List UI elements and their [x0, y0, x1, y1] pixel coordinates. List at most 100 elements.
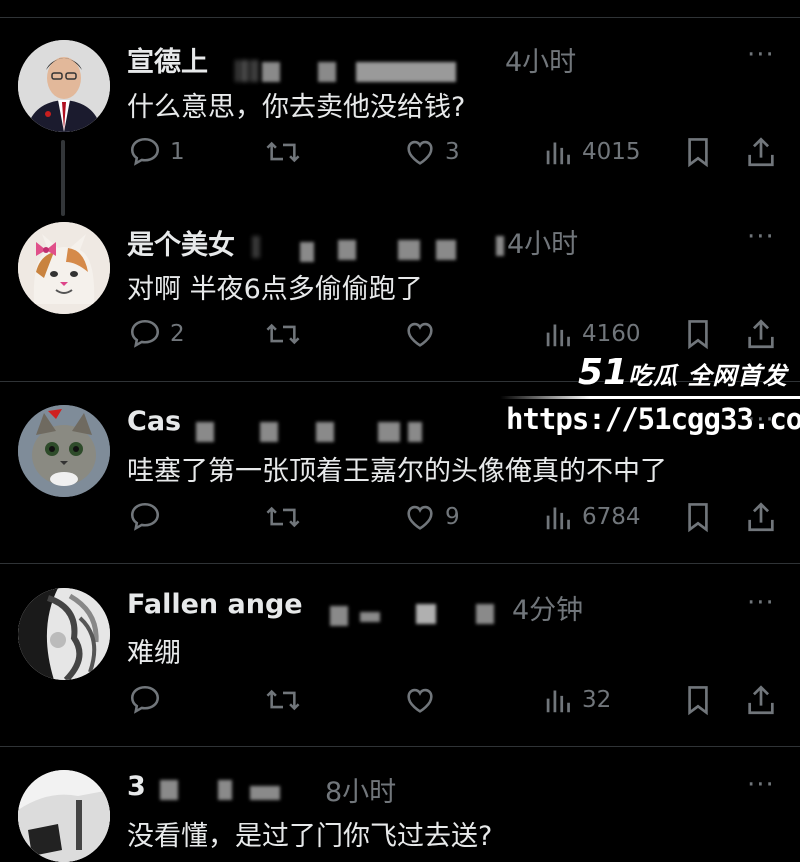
action-bar: 32	[0, 683, 800, 723]
redacted-handle	[436, 240, 456, 260]
redacted-handle	[218, 780, 232, 800]
views-button[interactable]: 32	[544, 683, 611, 717]
like-count: 9	[445, 504, 460, 530]
reply-count: 2	[170, 321, 185, 347]
retweet-button[interactable]	[264, 317, 302, 351]
post-time[interactable]: 8小时	[325, 770, 396, 809]
views-icon	[546, 324, 570, 347]
divider	[0, 746, 800, 747]
action-bar: 9 6784	[0, 500, 800, 540]
author-name[interactable]: Fallen ange	[127, 589, 303, 620]
retweet-button[interactable]	[264, 500, 302, 534]
author-name[interactable]: 宣德上	[127, 40, 208, 79]
reply-button[interactable]: 1	[128, 135, 185, 169]
redacted-handle	[250, 786, 280, 800]
action-bar: 2 4160	[0, 317, 800, 357]
post-text: 什么意思，你去卖他没给钱?	[127, 92, 466, 123]
post-text: 难绷	[127, 638, 181, 669]
redacted-handle	[260, 422, 278, 442]
post-time[interactable]: 4分钟	[512, 588, 583, 627]
redacted-handle	[318, 62, 336, 82]
author-name[interactable]: 是个美女	[127, 223, 235, 262]
more-icon[interactable]: ···	[747, 588, 775, 618]
redacted-handle	[338, 240, 356, 260]
redacted-handle	[360, 612, 380, 622]
post-text: 对啊 半夜6点多偷偷跑了	[127, 274, 423, 305]
share-button[interactable]	[745, 135, 777, 169]
more-icon[interactable]: ···	[747, 40, 775, 70]
redacted-handle	[316, 422, 334, 442]
reply-icon	[130, 319, 160, 348]
like-count: 3	[445, 139, 460, 165]
avatar[interactable]	[18, 40, 110, 132]
divider	[0, 563, 800, 564]
redacted-handle	[300, 242, 314, 262]
more-icon[interactable]: ···	[747, 222, 775, 252]
like-button[interactable]	[403, 317, 437, 351]
retweet-icon	[266, 141, 300, 163]
share-icon	[748, 137, 774, 167]
avatar[interactable]	[18, 405, 110, 497]
redacted-handle	[330, 606, 348, 626]
author-name[interactable]: 3	[127, 771, 146, 802]
share-button[interactable]	[745, 317, 777, 351]
retweet-icon	[266, 689, 300, 711]
views-icon	[546, 690, 570, 713]
post-text: 哇塞了第一张顶着王嘉尔的头像俺真的不中了	[127, 456, 667, 487]
like-button[interactable]	[403, 683, 437, 717]
avatar[interactable]	[18, 222, 110, 314]
retweet-button[interactable]	[264, 135, 302, 169]
share-button[interactable]	[745, 500, 777, 534]
redacted-handle	[496, 236, 504, 256]
more-icon[interactable]: ···	[747, 770, 775, 800]
post-time[interactable]: 4小时	[507, 222, 578, 261]
retweet-button[interactable]	[264, 683, 302, 717]
redacted-handle	[235, 60, 259, 82]
redacted-handle	[262, 62, 280, 82]
views-count: 4160	[582, 321, 641, 347]
redacted-handle	[378, 422, 400, 442]
avatar[interactable]	[18, 588, 110, 680]
bookmark-icon	[688, 320, 708, 350]
watermark-tagline: 吃瓜 全网首发	[628, 362, 788, 390]
bookmark-button[interactable]	[684, 135, 712, 169]
watermark-url: https://51cgg33.com	[506, 402, 800, 436]
views-count: 32	[582, 687, 612, 713]
post-time[interactable]: 4小时	[505, 40, 576, 79]
bookmark-icon	[688, 138, 708, 168]
like-button[interactable]: 3	[403, 135, 460, 169]
redacted-handle	[416, 604, 436, 624]
top-divider	[0, 0, 800, 18]
bookmark-icon	[688, 686, 708, 716]
avatar[interactable]	[18, 770, 110, 862]
redacted-handle	[408, 422, 422, 442]
bookmark-button[interactable]	[684, 683, 712, 717]
redacted-handle	[252, 236, 260, 258]
like-icon	[407, 505, 433, 530]
like-icon	[407, 140, 433, 165]
redacted-handle	[398, 240, 420, 260]
watermark-number: 51	[578, 352, 629, 393]
views-count: 4015	[582, 139, 641, 165]
views-button[interactable]: 6784	[544, 500, 641, 534]
reply-button[interactable]: 2	[128, 317, 185, 351]
bookmark-button[interactable]	[684, 500, 712, 534]
bookmark-button[interactable]	[684, 317, 712, 351]
views-count: 6784	[582, 504, 641, 530]
author-name[interactable]: Cas	[127, 406, 181, 437]
like-button[interactable]: 9	[403, 500, 460, 534]
views-button[interactable]: 4160	[544, 317, 641, 351]
watermark-line	[500, 396, 800, 399]
redacted-handle	[160, 780, 178, 800]
reply-icon	[130, 137, 160, 166]
post-text: 没看懂，是过了门你飞过去送?	[127, 821, 493, 852]
redacted-handle	[356, 62, 456, 82]
redacted-handle	[476, 604, 494, 624]
views-button[interactable]: 4015	[544, 135, 641, 169]
reply-icon	[130, 685, 160, 714]
like-icon	[407, 688, 433, 713]
reply-button[interactable]	[128, 683, 162, 717]
reply-button[interactable]	[128, 500, 162, 534]
share-button[interactable]	[745, 683, 777, 717]
views-icon	[546, 142, 570, 165]
